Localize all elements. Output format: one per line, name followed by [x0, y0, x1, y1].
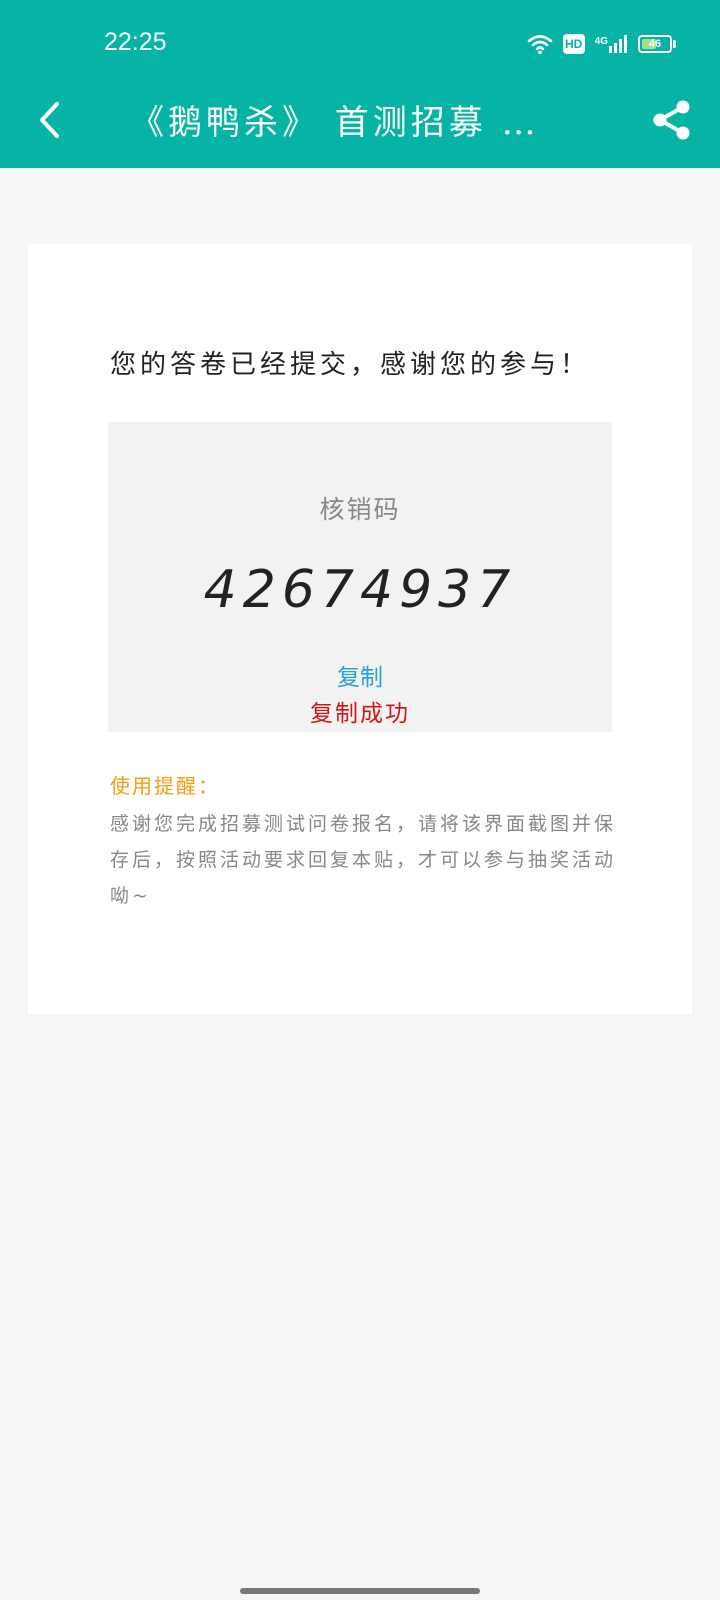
code-label: 核销码 — [319, 495, 401, 524]
page-title: 《鹅鸭杀》 首测招募 … — [130, 103, 540, 143]
share-icon — [653, 100, 690, 140]
back-button[interactable] — [30, 98, 70, 142]
signal-icon: 4G — [595, 34, 628, 54]
share-button[interactable] — [650, 98, 694, 142]
submit-message: 您的答卷已经提交，感谢您的参与！ — [110, 350, 591, 380]
result-card: 您的答卷已经提交，感谢您的参与！ 核销码 42674937 复制 复制成功 使用… — [28, 244, 692, 1014]
wifi-icon — [527, 35, 552, 55]
copy-button[interactable]: 复制 — [108, 658, 612, 692]
home-indicator[interactable] — [240, 1588, 480, 1594]
status-icons: HD 4G 46 — [527, 30, 676, 58]
status-time: 22:25 — [104, 28, 167, 56]
tips-body: 感谢您完成招募测试问卷报名，请将该界面截图并保存后，按照活动要求回复本贴，才可以… — [110, 813, 617, 907]
battery-icon: 46 — [638, 35, 676, 53]
code-value: 42674937 — [203, 560, 517, 620]
network-label: 4G — [594, 36, 608, 47]
hd-icon: HD — [562, 34, 585, 54]
top-bar: 22:25 HD 4G 46 《鹅鸭杀》 首测招募 … — [0, 0, 720, 168]
verification-code-box: 核销码 42674937 复制 复制成功 — [108, 422, 612, 732]
tips-title: 使用提醒： — [110, 774, 220, 798]
battery-level: 46 — [648, 38, 662, 50]
chevron-left-icon — [40, 102, 59, 138]
copy-success-message: 复制成功 — [310, 701, 410, 727]
